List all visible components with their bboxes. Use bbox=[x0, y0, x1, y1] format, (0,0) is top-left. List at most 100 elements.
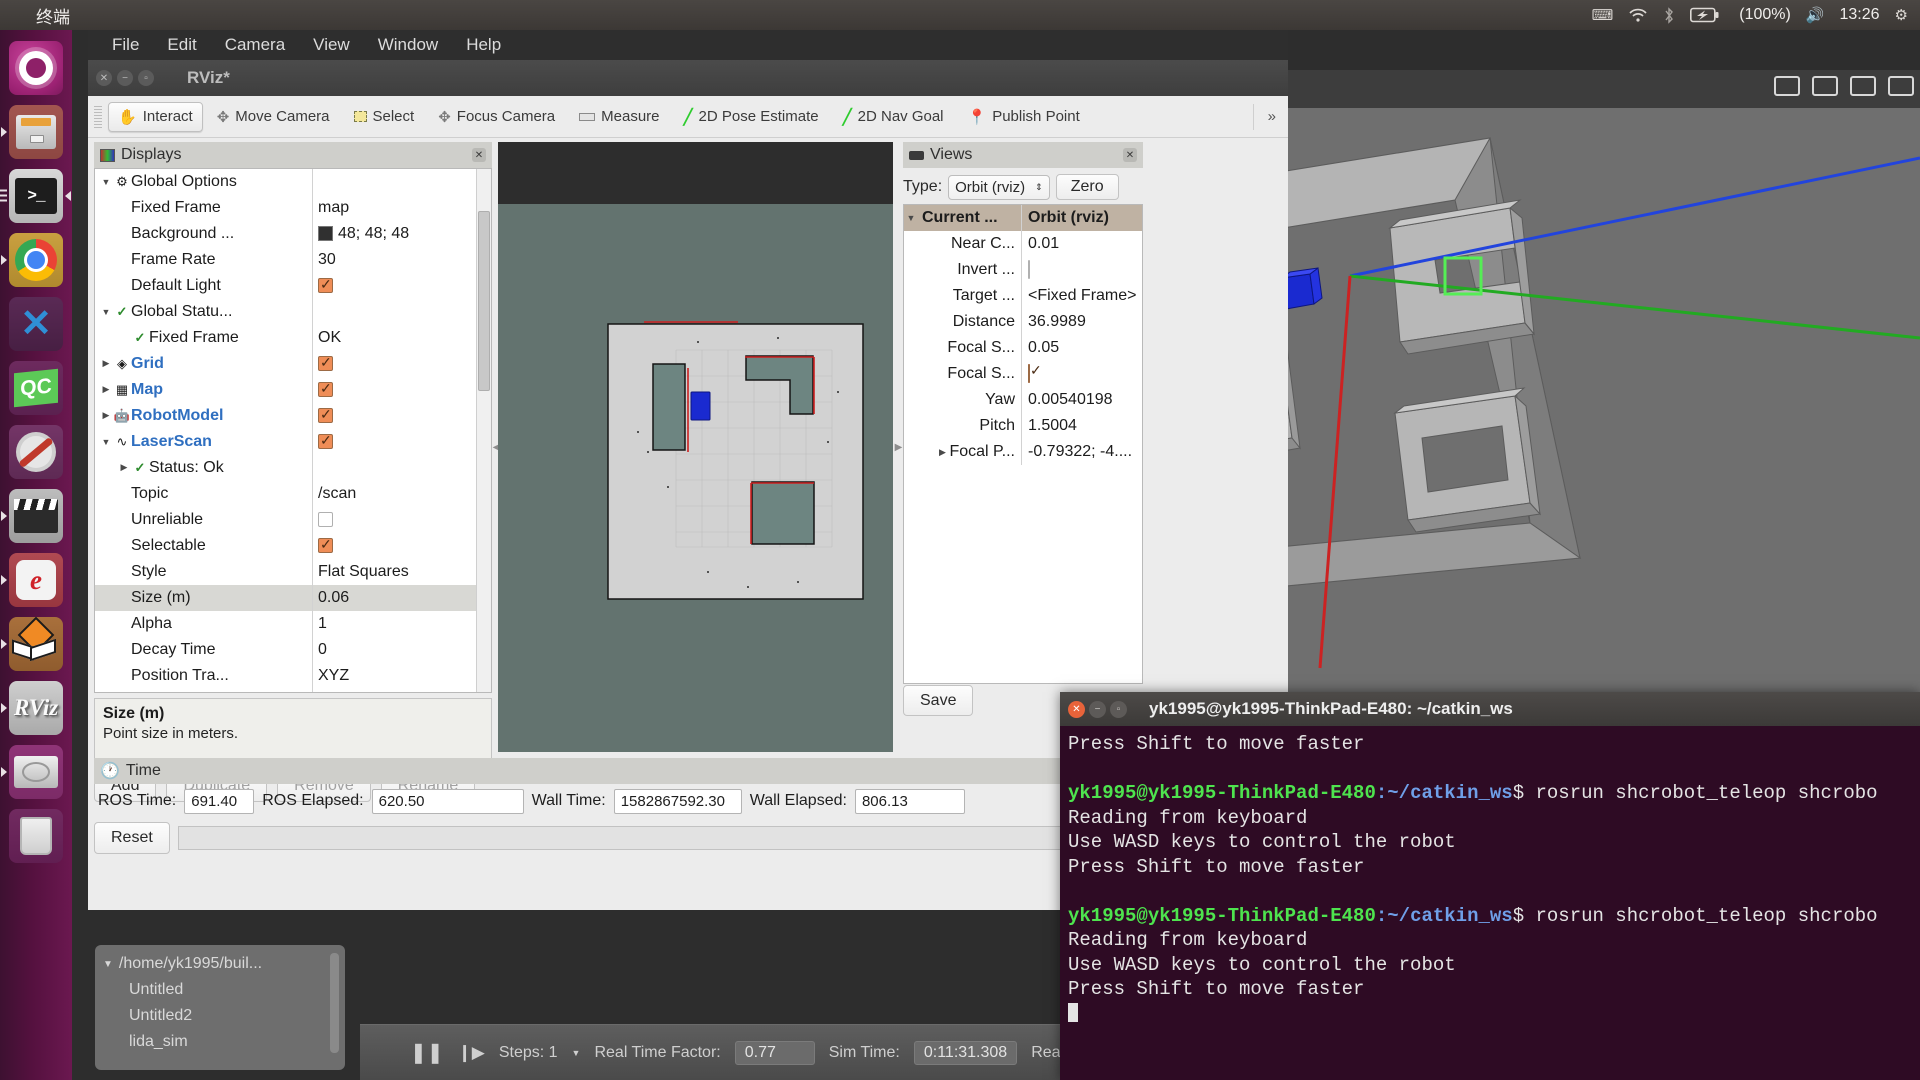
gazebo-icon[interactable] bbox=[9, 617, 63, 671]
views-row[interactable]: Yaw 0.00540198 bbox=[904, 387, 1142, 413]
displays-row-value[interactable]: 48; 48; 48 bbox=[313, 221, 491, 247]
view-type-select[interactable]: Orbit (rviz) ⇕ bbox=[948, 174, 1050, 200]
settings-gear-icon[interactable] bbox=[9, 425, 63, 479]
views-row[interactable]: Pitch 1.5004 bbox=[904, 413, 1142, 439]
chevron-down-icon[interactable]: ▼ bbox=[99, 437, 113, 447]
views-row-value[interactable] bbox=[1022, 364, 1142, 383]
checkbox[interactable] bbox=[318, 354, 333, 371]
chevron-down-icon[interactable]: ▼ bbox=[99, 307, 113, 317]
ros-elapsed-value[interactable]: 620.50 bbox=[371, 788, 524, 814]
qtcreator-icon[interactable]: QC bbox=[9, 361, 63, 415]
launcher-item-rviz[interactable]: RViz bbox=[0, 676, 72, 740]
clapperboard-icon[interactable] bbox=[9, 489, 63, 543]
views-tree[interactable]: ▼ Current ... Orbit (rviz) Near C... 0.01 Inv… bbox=[903, 204, 1143, 684]
menu-edit[interactable]: Edit bbox=[153, 33, 210, 57]
gazebo-world-tree[interactable]: ▼ /home/yk1995/buil... Untitled Untitled… bbox=[95, 945, 345, 1070]
views-panel[interactable]: Views ✕ Type: Orbit (rviz) ⇕ Zero ▼ Curre… bbox=[903, 142, 1143, 752]
displays-row[interactable]: Size (m) 0.06 bbox=[95, 584, 491, 611]
ros-time-value[interactable]: 691.40 bbox=[184, 788, 255, 814]
displays-row[interactable]: Position Tra... XYZ bbox=[95, 662, 491, 689]
vscode-icon[interactable]: ✕ bbox=[9, 297, 63, 351]
launcher-item-settings[interactable] bbox=[0, 420, 72, 484]
gazebo-tree-item[interactable]: Untitled2 bbox=[103, 1003, 345, 1029]
displays-row[interactable]: Fixed Frame map bbox=[95, 194, 491, 221]
time-slider-track[interactable] bbox=[177, 826, 1154, 850]
gazebo-tree-item[interactable]: Untitled bbox=[103, 977, 345, 1003]
views-row[interactable]: ▶ Focal P... -0.79322; -4.... bbox=[904, 439, 1142, 465]
displays-row[interactable]: ✓ Fixed Frame OK bbox=[95, 324, 491, 351]
displays-row-value[interactable]: 30 bbox=[313, 247, 491, 273]
chevron-right-icon[interactable]: ▶ bbox=[935, 447, 949, 458]
checkbox[interactable] bbox=[318, 276, 333, 293]
displays-row[interactable]: Style Flat Squares bbox=[95, 558, 491, 585]
keyboard-icon[interactable]: ⌨ bbox=[1592, 6, 1614, 24]
chevron-right-icon[interactable]: ▶ bbox=[99, 358, 113, 369]
displays-row-value[interactable]: map bbox=[313, 195, 491, 221]
tool-move-camera[interactable]: ✥ Move Camera bbox=[207, 102, 340, 132]
rviz-menubar[interactable]: File Edit Camera View Window Help bbox=[88, 30, 1288, 60]
wall-elapsed-value[interactable]: 806.13 bbox=[854, 788, 965, 814]
tool-select[interactable]: Select bbox=[344, 102, 425, 131]
trash-icon[interactable] bbox=[9, 809, 63, 863]
pause-icon[interactable]: ❚❚ bbox=[410, 1040, 444, 1065]
chevron-right-icon[interactable]: ▶ bbox=[99, 384, 113, 395]
close-icon[interactable]: ✕ bbox=[472, 148, 486, 162]
displays-row-value[interactable] bbox=[313, 351, 491, 377]
log-icon[interactable] bbox=[1812, 76, 1838, 96]
displays-row-value[interactable]: 0 bbox=[313, 637, 491, 663]
displays-row[interactable]: ▶ ◈ Grid bbox=[95, 350, 491, 377]
views-save-row[interactable]: Save bbox=[903, 685, 974, 716]
reset-button[interactable]: Reset bbox=[94, 822, 170, 854]
save-button[interactable]: Save bbox=[903, 685, 974, 716]
battery-icon[interactable] bbox=[1690, 7, 1720, 23]
launcher-item-video-editor[interactable] bbox=[0, 484, 72, 548]
displays-row-value[interactable]: /scan bbox=[313, 481, 491, 507]
displays-row[interactable]: ▼ ⚙ Global Options bbox=[95, 169, 491, 195]
displays-row-value[interactable]: 0.06 bbox=[313, 585, 491, 611]
menu-file[interactable]: File bbox=[98, 33, 153, 57]
chevron-down-icon[interactable]: ▼ bbox=[904, 213, 918, 223]
displays-row-value[interactable] bbox=[313, 273, 491, 299]
tool-measure[interactable]: Measure bbox=[569, 102, 669, 131]
displays-row[interactable]: Alpha 1 bbox=[95, 610, 491, 637]
displays-row[interactable]: ▼ ✓ Global Statu... bbox=[95, 298, 491, 325]
displays-row-value[interactable] bbox=[313, 299, 491, 325]
checkbox[interactable] bbox=[1028, 260, 1030, 279]
disk-icon[interactable] bbox=[9, 745, 63, 799]
active-app-name[interactable]: 终端 bbox=[36, 3, 70, 28]
scrollbar-thumb[interactable] bbox=[478, 211, 490, 391]
displays-row[interactable]: Color Transf... Intensity bbox=[95, 688, 491, 693]
displays-row-value[interactable]: Intensity bbox=[313, 689, 491, 693]
color-swatch[interactable] bbox=[318, 226, 333, 241]
displays-row[interactable]: Default Light bbox=[95, 272, 491, 299]
displays-row-value[interactable] bbox=[313, 455, 491, 481]
rviz-titlebar[interactable]: ✕ − ▫ RViz* bbox=[88, 60, 1288, 96]
ubuntu-top-panel[interactable]: 终端 ⌨ (100%) 🔊 13:26 ⚙ bbox=[0, 0, 1920, 30]
gazebo-tree-root[interactable]: ▼ /home/yk1995/buil... bbox=[103, 951, 345, 977]
tool-2d-nav-goal[interactable]: ╱ 2D Nav Goal bbox=[833, 102, 954, 132]
displays-row-value[interactable]: OK bbox=[313, 325, 491, 351]
clock-label[interactable]: 13:26 bbox=[1840, 6, 1880, 24]
gazebo-toolbar[interactable] bbox=[1774, 76, 1914, 96]
terminal-icon[interactable]: >_ bbox=[9, 169, 63, 223]
steps-dropdown-icon[interactable]: ▼ bbox=[572, 1048, 581, 1058]
menu-camera[interactable]: Camera bbox=[211, 33, 299, 57]
time-fields-row[interactable]: ROS Time: 691.40 ROS Elapsed: 620.50 Wal… bbox=[94, 784, 1154, 818]
wifi-icon[interactable] bbox=[1628, 8, 1648, 23]
bluetooth-icon[interactable] bbox=[1663, 6, 1675, 24]
menu-window[interactable]: Window bbox=[364, 33, 452, 57]
launcher-item-qtcreator[interactable]: QC bbox=[0, 356, 72, 420]
chevron-down-icon[interactable]: ▼ bbox=[99, 177, 113, 187]
camera-icon[interactable] bbox=[1774, 76, 1800, 96]
eclipse-icon[interactable]: e bbox=[9, 553, 63, 607]
views-row[interactable]: Distance 36.9989 bbox=[904, 309, 1142, 335]
launcher-item-trash[interactable] bbox=[0, 804, 72, 868]
time-panel[interactable]: 🕐 Time ROS Time: 691.40 ROS Elapsed: 620… bbox=[94, 758, 1154, 858]
tool-2d-pose-estimate[interactable]: ╱ 2D Pose Estimate bbox=[674, 102, 829, 132]
views-row-value[interactable]: 0.00540198 bbox=[1022, 391, 1142, 409]
reset-row[interactable]: Reset bbox=[94, 822, 1154, 854]
displays-row[interactable]: Selectable bbox=[95, 532, 491, 559]
launcher-item-vscode[interactable]: ✕ bbox=[0, 292, 72, 356]
displays-row[interactable]: ▶ ✓ Status: Ok bbox=[95, 454, 491, 481]
step-forward-icon[interactable]: ❙▶ bbox=[458, 1043, 485, 1063]
